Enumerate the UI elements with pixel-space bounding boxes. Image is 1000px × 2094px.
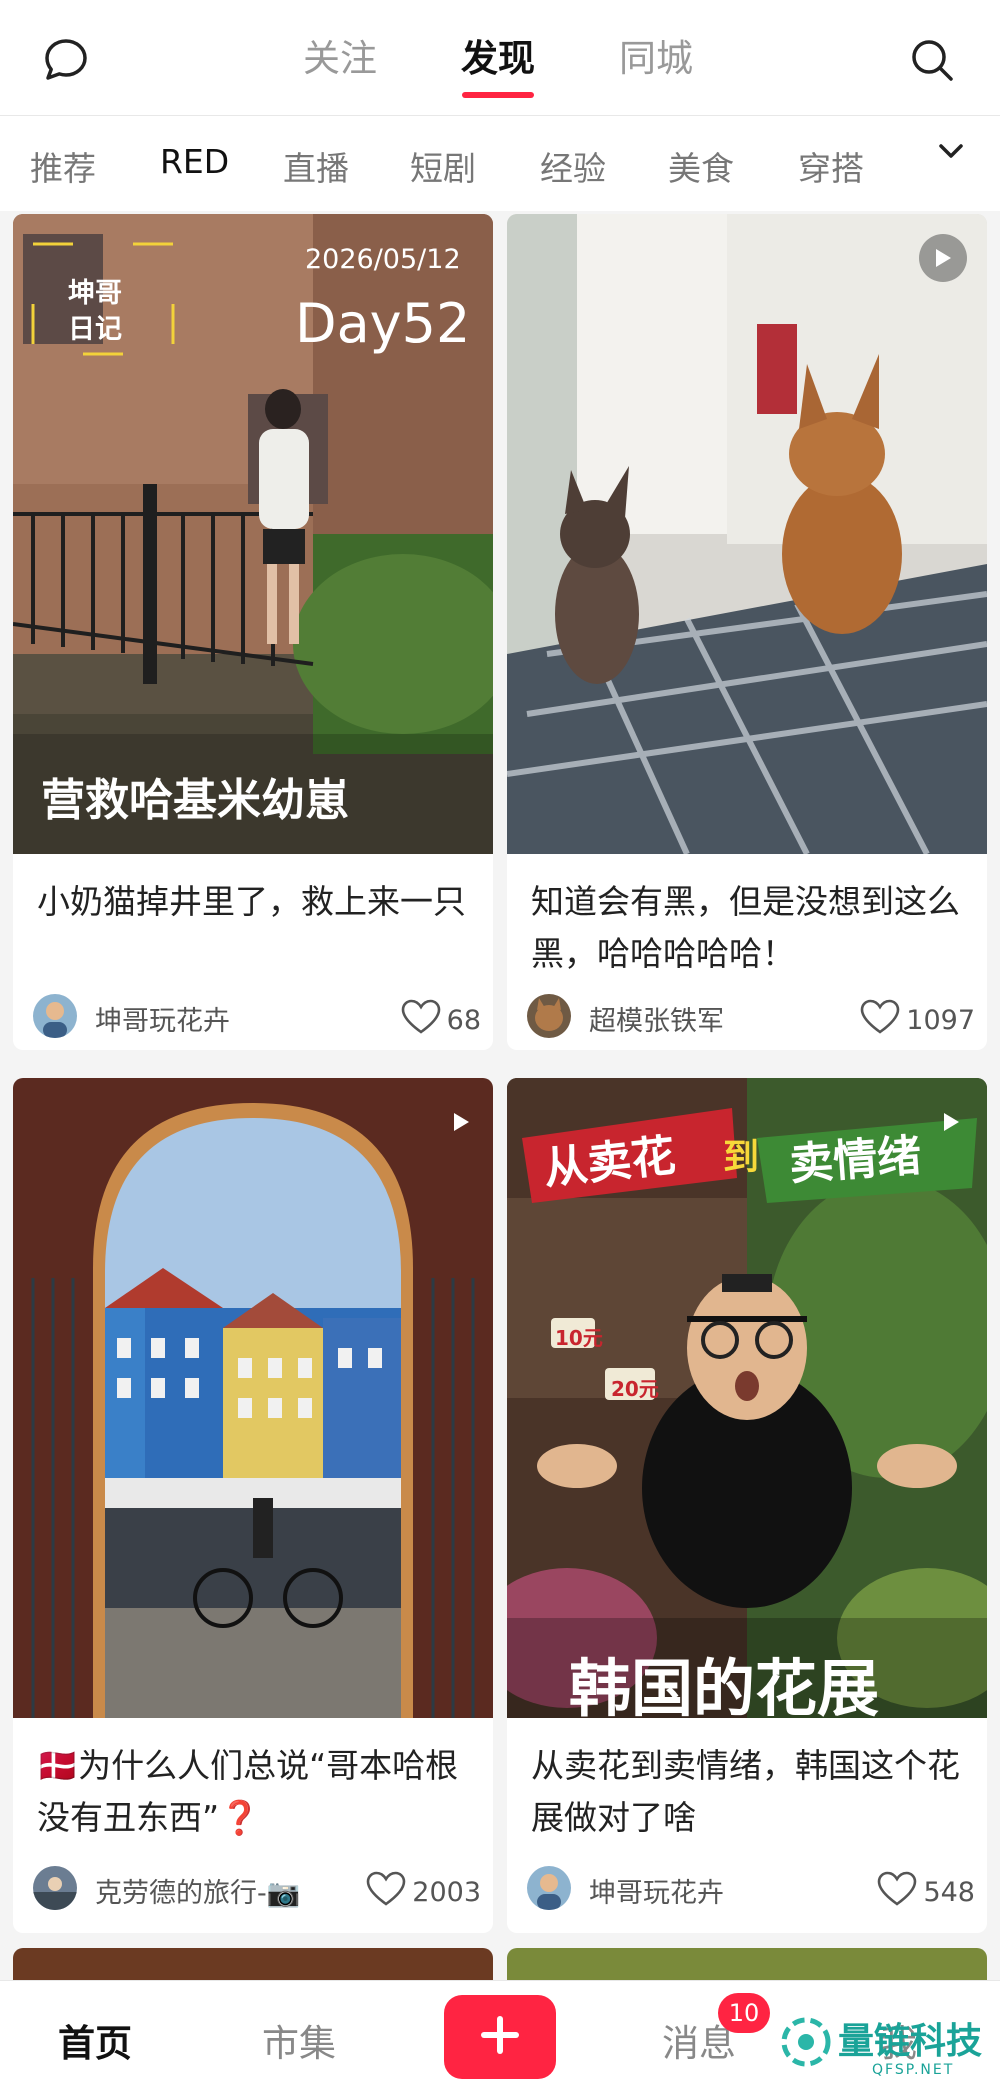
search-icon[interactable] (902, 30, 962, 90)
heart-icon (877, 1871, 917, 1914)
card-1-caption-overlay: 营救哈基米幼崽 (41, 775, 349, 826)
heart-icon (366, 1871, 406, 1914)
category-short-drama[interactable]: 短剧 (410, 142, 476, 190)
message-badge: 10 (718, 1993, 770, 2033)
card-4-title: 从卖花到卖情绪，韩国这个花展做对了啥 (531, 1746, 960, 1837)
avatar[interactable] (527, 1866, 571, 1910)
card-1-cover-image: 坤哥 日记 2026/05/12 Day52 营救哈基米幼崽 (13, 214, 493, 854)
watermark-sub: QFSP.NET (872, 2062, 955, 2078)
card-4-likes[interactable]: 548 (877, 1871, 975, 1914)
active-tab-indicator (462, 92, 534, 98)
card-2-likes[interactable]: 1097 (860, 999, 975, 1042)
chevron-down-icon[interactable] (934, 134, 968, 168)
like-count: 68 (446, 1005, 481, 1036)
card-4-price-tag-2: 20元 (611, 1377, 659, 1401)
nav-home[interactable]: 首页 (58, 2013, 132, 2067)
card-4-overlay-bottom: 韩国的花展 (569, 1652, 880, 1725)
category-food[interactable]: 美食 (668, 142, 734, 190)
card-3-meta: 克劳德的旅行-📷 2003 (33, 1864, 481, 1914)
category-red[interactable]: RED (160, 142, 229, 181)
plus-icon (478, 2013, 522, 2061)
category-experience[interactable]: 经验 (540, 142, 606, 190)
watermark: 量链科技 QFSP.NET (780, 2010, 1000, 2090)
avatar[interactable] (527, 994, 571, 1038)
card-1-title: 小奶猫掉井里了，救上来一只 (37, 882, 466, 921)
card-4-overlay-mid: 到 (723, 1137, 760, 1178)
avatar[interactable] (33, 1866, 77, 1910)
heart-icon (860, 999, 900, 1042)
card-4-meta: 坤哥玩花卉 548 (527, 1864, 975, 1914)
card-2-cover-image (507, 214, 987, 856)
feed-card-4[interactable]: 从卖花 到 卖情绪 10元 20元 韩国的花展 从卖花到卖情绪，韩国这个花展做对… (507, 1078, 987, 1933)
like-count: 548 (923, 1877, 975, 1908)
create-post-button[interactable] (444, 1995, 556, 2079)
top-tabs: 关注 发现 同城 (0, 0, 1000, 115)
tab-discover[interactable]: 发现 (461, 28, 535, 82)
card-4-author[interactable]: 坤哥玩花卉 (589, 1871, 724, 1910)
card-4-price-tag-1: 10元 (555, 1326, 603, 1350)
tab-follow[interactable]: 关注 (303, 28, 377, 82)
nav-market[interactable]: 市集 (262, 2013, 336, 2067)
card-3-cover-image (13, 1078, 493, 1718)
card-1-date-overlay: 2026/05/12 (305, 244, 461, 275)
card-1-author[interactable]: 坤哥玩花卉 (95, 999, 230, 1038)
card-4-overlay-left: 从卖花 (541, 1130, 678, 1195)
tab-nearby[interactable]: 同城 (619, 28, 693, 82)
card-3-author[interactable]: 克劳德的旅行-📷 (95, 1871, 300, 1910)
feed-card-2[interactable]: 知道会有黑，但是没想到这么黑，哈哈哈哈哈！ 超模张铁军 1097 (507, 214, 987, 1050)
avatar[interactable] (33, 994, 77, 1038)
card-2-meta: 超模张铁军 1097 (527, 992, 975, 1042)
like-count: 1097 (906, 1005, 975, 1036)
card-3-title: 🇩🇰为什么人们总说“哥本哈根没有丑东西”❓ (37, 1746, 459, 1837)
play-icon (919, 234, 967, 282)
category-recommend[interactable]: 推荐 (30, 142, 96, 190)
category-live[interactable]: 直播 (283, 142, 349, 190)
card-2-title: 知道会有黑，但是没想到这么黑，哈哈哈哈哈！ (531, 882, 960, 973)
top-bar: 关注 发现 同城 (0, 0, 1000, 116)
card-1-meta: 坤哥玩花卉 68 (33, 992, 481, 1042)
feed-card-3[interactable]: 🇩🇰为什么人们总说“哥本哈根没有丑东西”❓ 克劳德的旅行-📷 2003 (13, 1078, 493, 1933)
category-outfit[interactable]: 穿搭 (798, 142, 864, 190)
feed-card-1[interactable]: 坤哥 日记 2026/05/12 Day52 营救哈基米幼崽 小奶猫掉井里了，救… (13, 214, 493, 1050)
card-1-brand-overlay: 坤哥 日记 (68, 278, 122, 345)
card-4-cover-image: 从卖花 到 卖情绪 10元 20元 韩国的花展 (507, 1078, 987, 1725)
category-bar: 推荐 RED 直播 短剧 经验 美食 穿搭 (0, 116, 1000, 211)
card-2-author[interactable]: 超模张铁军 (589, 999, 724, 1038)
watermark-logo-icon (780, 2016, 832, 2072)
watermark-text: 量链科技 (838, 2021, 983, 2062)
card-3-likes[interactable]: 2003 (366, 1871, 481, 1914)
play-icon (437, 1098, 485, 1146)
play-icon (927, 1098, 975, 1146)
like-count: 2003 (412, 1877, 481, 1908)
card-4-overlay-right: 卖情绪 (787, 1130, 923, 1191)
card-1-likes[interactable]: 68 (401, 999, 481, 1042)
heart-icon (401, 999, 441, 1042)
card-1-day-overlay: Day52 (295, 292, 471, 355)
